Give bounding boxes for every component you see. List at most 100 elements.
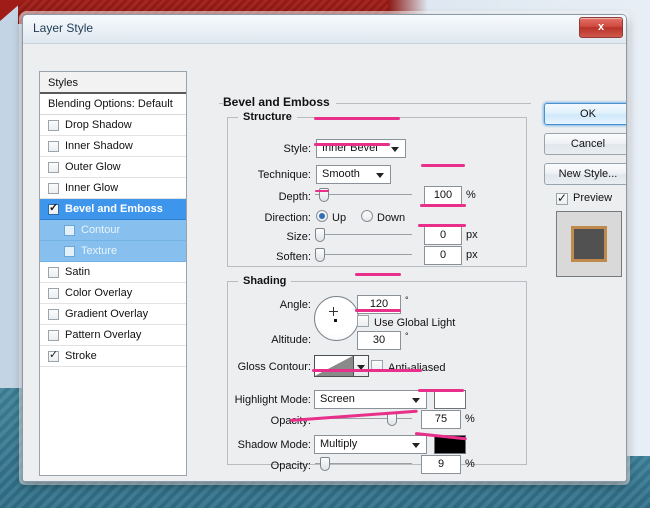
crosshair-cursor-icon — [329, 307, 338, 316]
angle-dial-center-dot — [334, 319, 337, 322]
shadow-color-swatch[interactable] — [434, 435, 466, 454]
preview-thumbnail — [556, 211, 622, 277]
direction-down-radio[interactable] — [361, 210, 373, 222]
sidebar-item-label: Texture — [81, 245, 117, 257]
chevron-down-icon — [412, 443, 420, 448]
gloss-contour-dropdown-icon[interactable] — [354, 355, 369, 377]
sidebar-item-pattern-overlay[interactable]: Pattern Overlay — [40, 325, 186, 346]
depth-slider-thumb[interactable] — [319, 188, 329, 202]
depth-unit: % — [466, 189, 476, 201]
sidebar-item-drop-shadow[interactable]: Drop Shadow — [40, 115, 186, 136]
shadow-opacity-unit: % — [465, 458, 475, 470]
direction-down-label: Down — [377, 212, 405, 224]
highlight-opacity-track — [315, 418, 412, 419]
sidebar-item-inner-shadow[interactable]: Inner Shadow — [40, 136, 186, 157]
soften-label: Soften: — [237, 251, 311, 263]
sidebar-item-label: Contour — [81, 224, 120, 236]
size-unit: px — [466, 229, 478, 241]
depth-label: Depth: — [237, 191, 311, 203]
checkbox-texture[interactable] — [64, 246, 75, 257]
shadow-opacity-label: Opacity: — [219, 460, 311, 472]
size-slider-thumb[interactable] — [315, 228, 325, 242]
shadow-opacity-slider[interactable] — [315, 457, 412, 471]
shadow-opacity-input[interactable]: 9 — [421, 455, 461, 474]
shading-group-title: Shading — [238, 275, 291, 287]
sidebar-item-blending-options[interactable]: Blending Options: Default — [40, 94, 186, 115]
preview-checkbox[interactable] — [556, 193, 568, 205]
ok-button[interactable]: OK — [544, 103, 627, 125]
dialog-titlebar: Layer Style x — [23, 15, 626, 44]
shadow-mode-label: Shadow Mode: — [219, 439, 311, 451]
size-slider[interactable] — [315, 228, 412, 242]
sidebar-item-gradient-overlay[interactable]: Gradient Overlay — [40, 304, 186, 325]
structure-group-title: Structure — [238, 111, 297, 123]
shadow-mode-select[interactable]: Multiply — [314, 435, 427, 454]
preview-thumbnail-shape — [571, 226, 607, 262]
altitude-unit: ° — [405, 331, 409, 341]
soften-slider[interactable] — [315, 248, 412, 262]
highlight-mode-label: Highlight Mode: — [219, 394, 311, 406]
sidebar-item-bevel-and-emboss[interactable]: Bevel and Emboss — [40, 199, 186, 220]
checkbox-bevel-and-emboss[interactable] — [48, 204, 59, 215]
styles-header: Styles — [40, 72, 186, 94]
checkbox-satin[interactable] — [48, 267, 59, 278]
depth-slider[interactable] — [315, 188, 412, 202]
close-icon[interactable]: x — [579, 17, 623, 38]
direction-up-label: Up — [332, 212, 346, 224]
altitude-label: Altitude: — [237, 334, 311, 346]
checkbox-pattern-overlay[interactable] — [48, 330, 59, 341]
dialog-title: Layer Style — [33, 21, 93, 35]
chevron-down-icon — [412, 398, 420, 403]
depth-input[interactable]: 100 — [424, 186, 462, 205]
checkbox-outer-glow[interactable] — [48, 162, 59, 173]
angle-dial[interactable] — [314, 296, 359, 341]
sidebar-item-satin[interactable]: Satin — [40, 262, 186, 283]
sidebar-item-label: Bevel and Emboss — [65, 203, 163, 215]
checkbox-gradient-overlay[interactable] — [48, 309, 59, 320]
soften-input[interactable]: 0 — [424, 246, 462, 265]
checkbox-inner-shadow[interactable] — [48, 141, 59, 152]
sidebar-item-stroke[interactable]: Stroke — [40, 346, 186, 367]
checkbox-inner-glow[interactable] — [48, 183, 59, 194]
cancel-button[interactable]: Cancel — [544, 133, 627, 155]
new-style-button[interactable]: New Style... — [544, 163, 627, 185]
chevron-down-icon — [391, 147, 399, 152]
sidebar-item-texture[interactable]: Texture — [40, 241, 186, 262]
highlight-color-swatch[interactable] — [434, 390, 466, 409]
sidebar-item-label: Inner Shadow — [65, 140, 133, 152]
soften-slider-thumb[interactable] — [315, 248, 325, 262]
checkbox-stroke[interactable] — [48, 351, 59, 362]
checkbox-color-overlay[interactable] — [48, 288, 59, 299]
sidebar-item-contour[interactable]: Contour — [40, 220, 186, 241]
highlight-opacity-label: Opacity: — [219, 415, 311, 427]
checkbox-contour[interactable] — [64, 225, 75, 236]
direction-label: Direction: — [237, 212, 311, 224]
technique-select[interactable]: Smooth — [316, 165, 391, 184]
shadow-opacity-thumb[interactable] — [320, 457, 330, 471]
highlight-opacity-thumb[interactable] — [387, 412, 397, 426]
altitude-input[interactable]: 30 — [357, 331, 401, 350]
angle-label: Angle: — [237, 299, 311, 311]
use-global-light-label: Use Global Light — [374, 317, 455, 329]
sidebar-item-inner-glow[interactable]: Inner Glow — [40, 178, 186, 199]
sidebar-item-label: Drop Shadow — [65, 119, 132, 131]
size-input[interactable]: 0 — [424, 226, 462, 245]
direction-up-radio[interactable] — [316, 210, 328, 222]
highlight-opacity-input[interactable]: 75 — [421, 410, 461, 429]
anti-aliased-checkbox[interactable] — [371, 360, 383, 372]
sidebar-item-label: Satin — [65, 266, 90, 278]
highlight-mode-select[interactable]: Screen — [314, 390, 427, 409]
size-slider-track — [315, 234, 412, 235]
soften-slider-track — [315, 254, 412, 255]
sidebar-item-outer-glow[interactable]: Outer Glow — [40, 157, 186, 178]
highlight-opacity-slider[interactable] — [315, 412, 412, 426]
angle-input[interactable]: 120 — [357, 295, 401, 314]
sidebar-item-color-overlay[interactable]: Color Overlay — [40, 283, 186, 304]
style-select[interactable]: Inner Bevel — [316, 139, 406, 158]
checkbox-drop-shadow[interactable] — [48, 120, 59, 131]
sidebar-item-label: Outer Glow — [65, 161, 121, 173]
chevron-down-icon — [376, 173, 384, 178]
gloss-contour-swatch[interactable] — [314, 355, 354, 377]
use-global-light-checkbox[interactable] — [357, 315, 369, 327]
style-label: Style: — [237, 143, 311, 155]
